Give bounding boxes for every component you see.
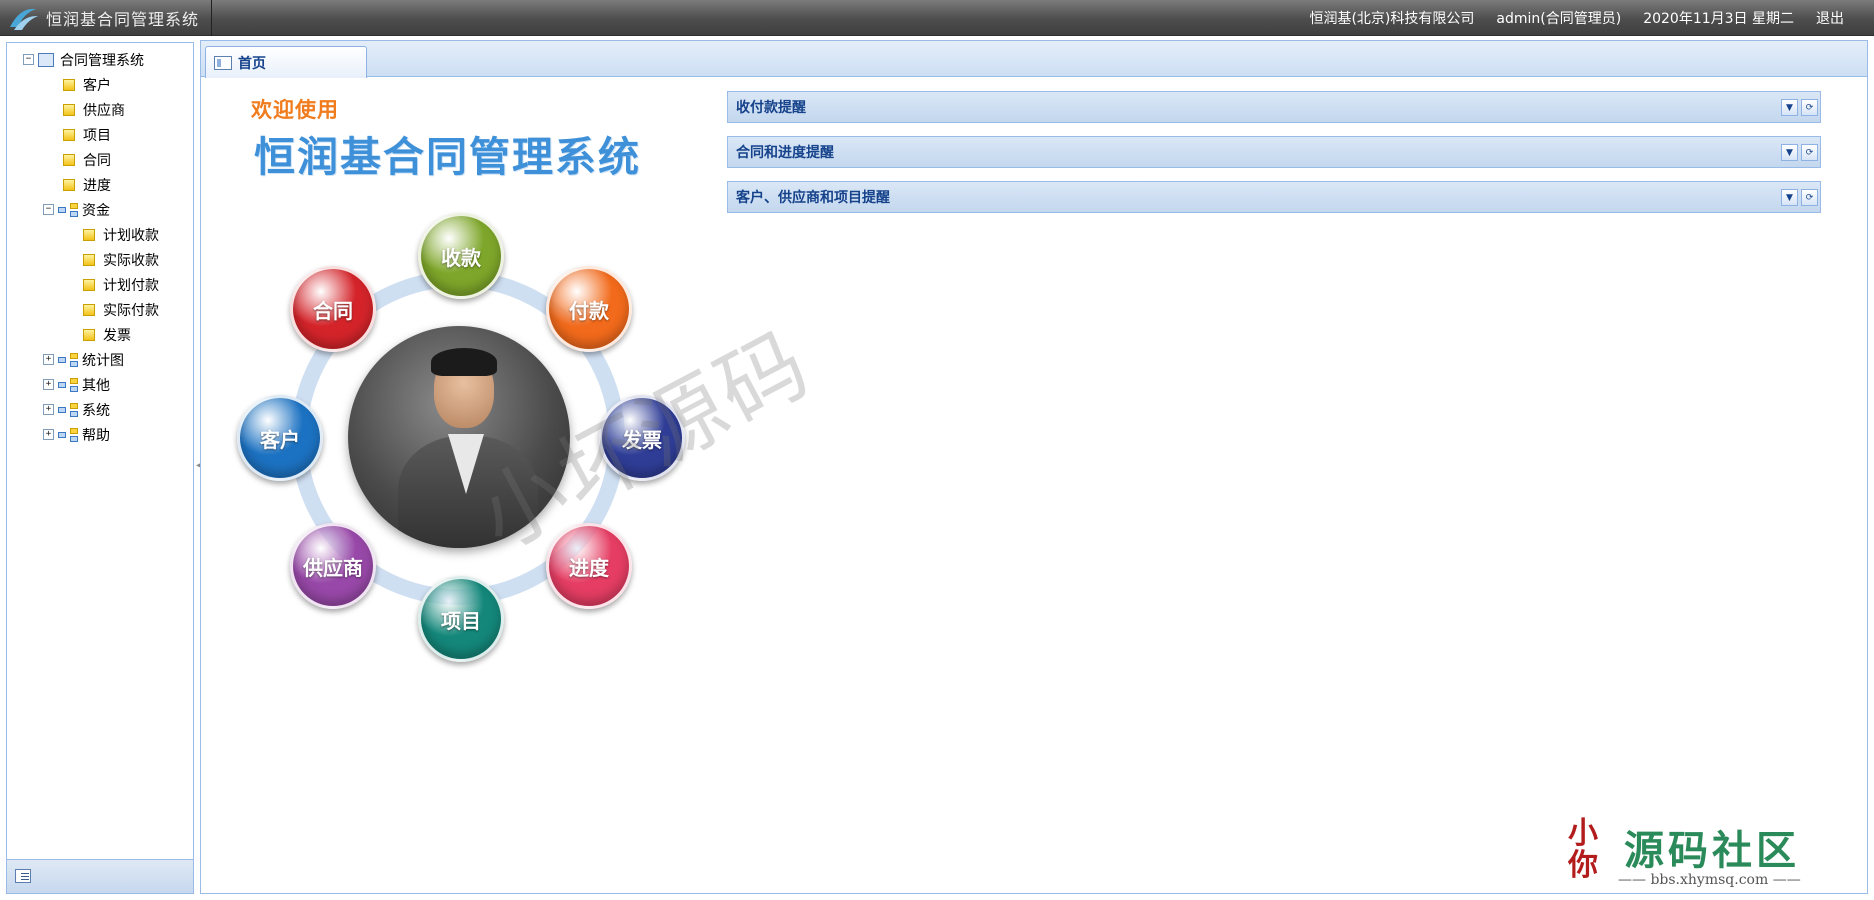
tree-root-label: 合同管理系统 xyxy=(60,52,144,69)
community-seal-icon: 小 你 xyxy=(1568,816,1598,883)
current-user: admin(合同管理员) xyxy=(1496,11,1622,27)
tree-item-invoice[interactable]: 发票 xyxy=(13,322,193,347)
folder-group-icon xyxy=(58,402,78,417)
expand-icon[interactable]: + xyxy=(43,354,54,365)
community-name: 源码社区 xyxy=(1624,827,1800,874)
top-bar: 恒润基合同管理系统 恒润基(北京)科技有限公司 admin(合同管理员) 202… xyxy=(0,0,1874,36)
community-url: —— bbs.xhymsq.com —— xyxy=(1618,872,1801,888)
tree-item-progress[interactable]: 进度 xyxy=(13,172,193,197)
tree-item-actual-receipt[interactable]: 实际收款 xyxy=(13,247,193,272)
leaf-icon xyxy=(63,103,75,116)
tree-group-help[interactable]: + 帮助 xyxy=(13,422,193,447)
tab-home-label: 首页 xyxy=(238,55,266,72)
tree-item-contract[interactable]: 合同 xyxy=(13,147,193,172)
panel-title: 客户、供应商和项目提醒 xyxy=(736,190,890,206)
tree-root[interactable]: − 合同管理系统 xyxy=(13,47,193,72)
panel-title: 收付款提醒 xyxy=(736,100,806,116)
bubble-kehu[interactable]: 客户 xyxy=(237,395,323,481)
leaf-icon xyxy=(63,178,75,191)
tree-group-other[interactable]: + 其他 xyxy=(13,372,193,397)
app-logo-icon xyxy=(10,8,38,30)
logout-link[interactable]: 退出 xyxy=(1816,8,1844,28)
collapse-icon[interactable]: − xyxy=(23,54,34,65)
brand: 恒润基合同管理系统 xyxy=(0,0,212,36)
tree-item-planned-payment[interactable]: 计划付款 xyxy=(13,272,193,297)
tab-page-icon xyxy=(214,55,232,70)
refresh-icon[interactable]: ⟳ xyxy=(1801,189,1818,206)
tree-item-supplier[interactable]: 供应商 xyxy=(13,97,193,122)
folder-group-icon xyxy=(58,352,78,367)
tree-group-system[interactable]: + 系统 xyxy=(13,397,193,422)
tab-home[interactable]: 首页 xyxy=(205,46,367,78)
folder-group-icon xyxy=(58,377,78,392)
tab-strip: 首页 xyxy=(201,41,1867,78)
tree-group-charts[interactable]: + 统计图 xyxy=(13,347,193,372)
leaf-icon xyxy=(63,128,75,141)
tree-item-project[interactable]: 项目 xyxy=(13,122,193,147)
bubble-jindu[interactable]: 进度 xyxy=(546,523,632,609)
sidebar: − 合同管理系统 客户 供应商 项目 合同 进度 − 资金 计划收款 实际收款 … xyxy=(6,42,194,894)
bubble-fapiao[interactable]: 发票 xyxy=(599,395,685,481)
folder-group-icon xyxy=(58,427,78,442)
top-info: 恒润基(北京)科技有限公司 admin(合同管理员) 2020年11月3日 星期… xyxy=(1309,0,1874,36)
sidebar-footer xyxy=(7,859,193,893)
bubble-xiangmu[interactable]: 项目 xyxy=(418,576,504,662)
app-title: 恒润基合同管理系统 xyxy=(46,10,200,29)
system-icon xyxy=(38,52,54,67)
company-name: 恒润基(北京)科技有限公司 xyxy=(1309,11,1475,27)
main-area: 首页 欢迎使用 恒润基合同管理系统 收款 付款 发票 进度 项目 供应商 客户 … xyxy=(200,40,1868,894)
tree-item-actual-payment[interactable]: 实际付款 xyxy=(13,297,193,322)
nav-tree: − 合同管理系统 客户 供应商 项目 合同 进度 − 资金 计划收款 实际收款 … xyxy=(7,43,193,447)
bubble-hetong[interactable]: 合同 xyxy=(290,266,376,352)
tree-item-planned-receipt[interactable]: 计划收款 xyxy=(13,222,193,247)
collapse-icon[interactable]: − xyxy=(43,204,54,215)
panel-customer-reminder: 客户、供应商和项目提醒 ▼ ⟳ xyxy=(727,181,1821,213)
tree-group-fund[interactable]: − 资金 xyxy=(13,197,193,222)
refresh-icon[interactable]: ⟳ xyxy=(1801,99,1818,116)
current-date: 2020年11月3日 星期二 xyxy=(1643,11,1794,27)
leaf-icon xyxy=(63,78,75,91)
refresh-icon[interactable]: ⟳ xyxy=(1801,144,1818,161)
leaf-icon xyxy=(83,328,95,341)
welcome-line-1: 欢迎使用 xyxy=(251,98,339,122)
folder-group-icon xyxy=(58,202,78,217)
leaf-icon xyxy=(83,303,95,316)
tree-item-customer[interactable]: 客户 xyxy=(13,72,193,97)
leaf-icon xyxy=(63,153,75,166)
welcome-line-2: 恒润基合同管理系统 xyxy=(254,133,641,181)
list-icon[interactable] xyxy=(15,869,31,883)
expand-icon[interactable]: + xyxy=(43,404,54,415)
leaf-icon xyxy=(83,228,95,241)
expand-icon[interactable]: + xyxy=(43,429,54,440)
panel-title: 合同和进度提醒 xyxy=(736,145,834,161)
expand-icon[interactable]: + xyxy=(43,379,54,390)
panel-payment-reminder: 收付款提醒 ▼ ⟳ xyxy=(727,91,1821,123)
leaf-icon xyxy=(83,253,95,266)
leaf-icon xyxy=(83,278,95,291)
businessman-photo xyxy=(348,326,570,548)
bubble-shoukuan[interactable]: 收款 xyxy=(418,213,504,299)
community-logo: 小 你 源码社区 —— bbs.xhymsq.com —— xyxy=(1554,806,1844,898)
panel-contract-reminder: 合同和进度提醒 ▼ ⟳ xyxy=(727,136,1821,168)
bubble-fukuan[interactable]: 付款 xyxy=(546,266,632,352)
bubble-gongyingshang[interactable]: 供应商 xyxy=(290,523,376,609)
collapse-panel-icon[interactable]: ▼ xyxy=(1781,189,1798,206)
collapse-panel-icon[interactable]: ▼ xyxy=(1781,99,1798,116)
collapse-panel-icon[interactable]: ▼ xyxy=(1781,144,1798,161)
